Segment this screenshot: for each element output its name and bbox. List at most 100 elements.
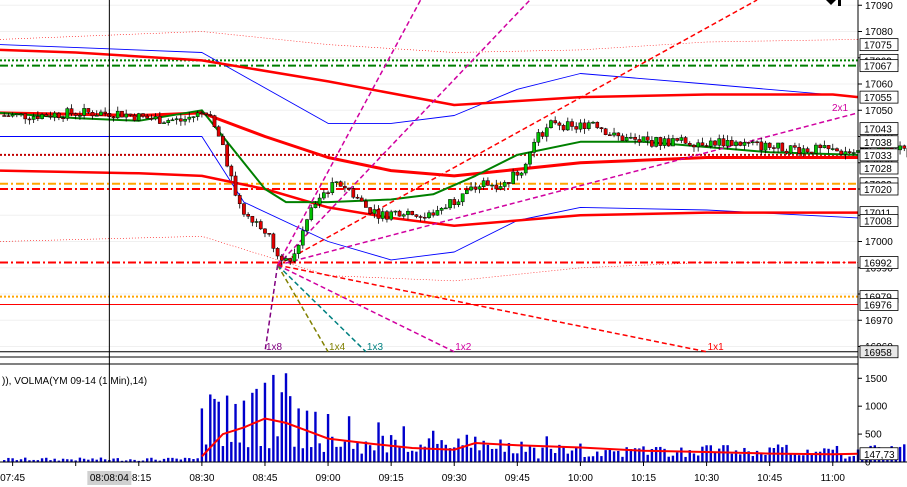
volume-bar bbox=[587, 456, 591, 462]
cursor-bar-icon bbox=[838, 0, 841, 6]
volume-bar bbox=[474, 436, 477, 462]
volume-bar bbox=[667, 456, 670, 462]
candle-body bbox=[120, 110, 124, 118]
fan-label: 1x1 bbox=[708, 342, 725, 353]
candle-body bbox=[162, 122, 166, 124]
volume-bar bbox=[549, 448, 553, 462]
volume-bar bbox=[608, 449, 612, 462]
volume-bar bbox=[692, 453, 696, 462]
price-tick-label: 17090 bbox=[865, 1, 893, 12]
candle-body bbox=[557, 122, 562, 126]
volume-bar bbox=[343, 441, 347, 462]
volume-bar bbox=[751, 455, 755, 462]
fan-label: 2x1 bbox=[832, 103, 849, 114]
candle-body bbox=[14, 113, 19, 116]
volume-bar bbox=[730, 453, 734, 462]
volume-bar bbox=[642, 446, 645, 462]
candle-body bbox=[305, 219, 309, 231]
candle-body bbox=[460, 193, 465, 203]
volume-bar bbox=[839, 453, 843, 462]
candle-body bbox=[553, 120, 558, 124]
candle-body bbox=[448, 199, 452, 209]
volume-bar bbox=[217, 401, 220, 462]
candle-body bbox=[368, 207, 372, 214]
candle-body bbox=[843, 151, 848, 155]
volume-bar bbox=[230, 441, 233, 462]
candle-body bbox=[826, 145, 831, 150]
candle-body bbox=[624, 137, 629, 141]
volume-bar bbox=[852, 455, 855, 462]
candle-body bbox=[582, 122, 587, 129]
candle-body bbox=[738, 141, 743, 146]
indicator-label: )), VOLMA(YM 09-14 (1 Min),14) bbox=[2, 376, 147, 387]
time-tick-label: 10:45 bbox=[757, 473, 782, 484]
candle-body bbox=[132, 114, 137, 121]
volume-bar bbox=[490, 448, 494, 462]
candle-body bbox=[780, 142, 785, 152]
volume-bar bbox=[516, 453, 519, 462]
price-tick-label: 16970 bbox=[865, 316, 893, 327]
candle-body bbox=[620, 135, 625, 141]
volume-bar bbox=[377, 422, 380, 462]
volume-bar bbox=[604, 450, 607, 462]
candle-body bbox=[393, 210, 398, 213]
candle-body bbox=[422, 216, 427, 219]
candle-body bbox=[746, 142, 751, 144]
volume-bar bbox=[339, 446, 342, 462]
volume-bar bbox=[335, 446, 338, 462]
volume-bar bbox=[255, 388, 258, 462]
volume-bar bbox=[364, 441, 368, 462]
candle-body bbox=[767, 142, 772, 148]
candle-body bbox=[532, 141, 536, 153]
volume-bar bbox=[600, 456, 603, 462]
price-label-text: 17033 bbox=[864, 151, 892, 162]
fan-label: 1x8 bbox=[266, 342, 283, 353]
volume-bar bbox=[465, 434, 469, 462]
volume-bar bbox=[898, 446, 902, 462]
volume-bar bbox=[310, 447, 313, 462]
fan-label: 1x3 bbox=[367, 342, 384, 353]
candle-body bbox=[124, 113, 129, 118]
volume-bar bbox=[251, 392, 254, 462]
candle-body bbox=[540, 132, 545, 137]
candle-body bbox=[57, 112, 61, 118]
candle-body bbox=[212, 115, 217, 128]
candle-body bbox=[141, 113, 145, 117]
candle-body bbox=[633, 137, 637, 140]
candle-body bbox=[578, 122, 583, 130]
candle-body bbox=[662, 138, 667, 146]
candle-body bbox=[221, 135, 225, 146]
candle-body bbox=[502, 182, 507, 187]
candle-body bbox=[675, 138, 679, 141]
candle-body bbox=[729, 140, 734, 146]
volume-bar bbox=[713, 452, 717, 462]
price-tick-label: 17080 bbox=[865, 27, 893, 38]
volume-tick-label: 1000 bbox=[865, 402, 888, 413]
candle-body bbox=[216, 126, 221, 137]
candle-body bbox=[31, 116, 36, 120]
candle-body bbox=[157, 116, 162, 124]
price-chart[interactable]: 1x81x41x31x21x12x1 170901708017070170601… bbox=[0, 0, 907, 487]
volume-bar bbox=[444, 444, 448, 462]
price-label-text: 17075 bbox=[864, 41, 892, 52]
candle-body bbox=[805, 148, 810, 153]
volume-bar bbox=[621, 456, 624, 462]
candle-body bbox=[637, 139, 642, 143]
volume-bar bbox=[768, 447, 771, 462]
price-tick-label: 17000 bbox=[865, 237, 893, 248]
time-tick-label: 09:00 bbox=[316, 473, 341, 484]
price-label-text: 16992 bbox=[864, 259, 892, 270]
candle-body bbox=[69, 108, 74, 115]
candle-body bbox=[229, 165, 234, 177]
volume-bar bbox=[810, 454, 813, 462]
candle-body bbox=[721, 138, 726, 147]
price-label-text: 17055 bbox=[864, 93, 892, 104]
candle-body bbox=[237, 195, 242, 205]
volume-bar bbox=[486, 444, 490, 462]
candle-body bbox=[128, 113, 133, 116]
candle-body bbox=[565, 121, 570, 131]
volume-bar bbox=[797, 455, 801, 462]
candle-body bbox=[170, 119, 175, 122]
candle-body bbox=[330, 182, 335, 194]
volume-bar bbox=[831, 449, 834, 462]
